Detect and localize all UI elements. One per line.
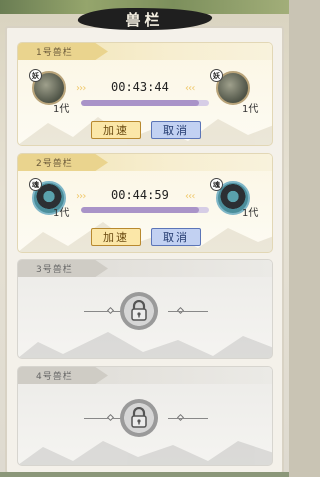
pen-slot-2: 2号兽栏 魂 1代 › › › 00:44:59 ‹ ‹ ‹ 魂 1代 加速 取…	[17, 153, 273, 253]
breed-progress-bar	[81, 100, 209, 106]
breed-timer: 00:44:59	[111, 188, 169, 202]
slot-header: 2号兽栏	[18, 154, 272, 171]
beast-type-badge-left: 魂	[29, 178, 42, 191]
padlock-icon	[131, 407, 147, 428]
arrow-right-icon: › › ›	[76, 191, 86, 202]
locked-slot-button[interactable]	[120, 399, 158, 437]
breed-timer: 00:43:44	[111, 80, 169, 94]
pen-slot-3: 3号兽栏	[17, 259, 273, 359]
speed-up-button[interactable]: 加速	[91, 228, 141, 246]
slot-label: 2号兽栏	[36, 159, 73, 169]
divider-line-left	[84, 311, 124, 312]
generation-left: 1代	[53, 208, 70, 219]
arrow-left-icon: ‹ ‹ ‹	[185, 83, 195, 94]
generation-left: 1代	[53, 104, 70, 115]
slot-label: 1号兽栏	[36, 48, 73, 58]
arrow-left-icon: ‹ ‹ ‹	[185, 191, 195, 202]
slot-header: 1号兽栏	[18, 43, 272, 60]
arrow-right-icon: › › ›	[76, 83, 86, 94]
padlock-icon	[131, 300, 147, 321]
beast-type-badge-right: 妖	[210, 69, 223, 82]
pen-slot-4: 4号兽栏	[17, 366, 273, 466]
cancel-button[interactable]: 取消	[151, 121, 201, 139]
beast-type-badge-left: 妖	[29, 69, 42, 82]
divider-line-right	[168, 418, 208, 419]
title-bar: 兽栏	[0, 6, 289, 32]
slot-label: 3号兽栏	[36, 265, 73, 275]
diamond-ornament-left	[106, 413, 115, 422]
progress-fill	[81, 100, 199, 106]
locked-slot-button[interactable]	[120, 292, 158, 330]
pen-screen: 兽栏 1号兽栏 妖 1代 › › › 00:43:44 ‹ ‹ ‹ 妖 1代 加…	[0, 0, 289, 477]
page-title: 兽栏	[125, 10, 164, 29]
bamboo-border-bottom	[0, 472, 289, 477]
speed-up-button[interactable]: 加速	[91, 121, 141, 139]
progress-fill	[81, 207, 199, 213]
diamond-ornament-left	[106, 306, 115, 315]
slot-label: 4号兽栏	[36, 372, 73, 382]
divider-line-left	[84, 418, 124, 419]
divider-line-right	[168, 311, 208, 312]
beast-type-badge-right: 魂	[210, 178, 223, 191]
generation-right: 1代	[242, 104, 259, 115]
slot-header: 3号兽栏	[18, 260, 272, 277]
pen-slot-1: 1号兽栏 妖 1代 › › › 00:43:44 ‹ ‹ ‹ 妖 1代 加速 取…	[17, 42, 273, 146]
slot-header: 4号兽栏	[18, 367, 272, 384]
breed-progress-bar	[81, 207, 209, 213]
cancel-button[interactable]: 取消	[151, 228, 201, 246]
generation-right: 1代	[242, 208, 259, 219]
